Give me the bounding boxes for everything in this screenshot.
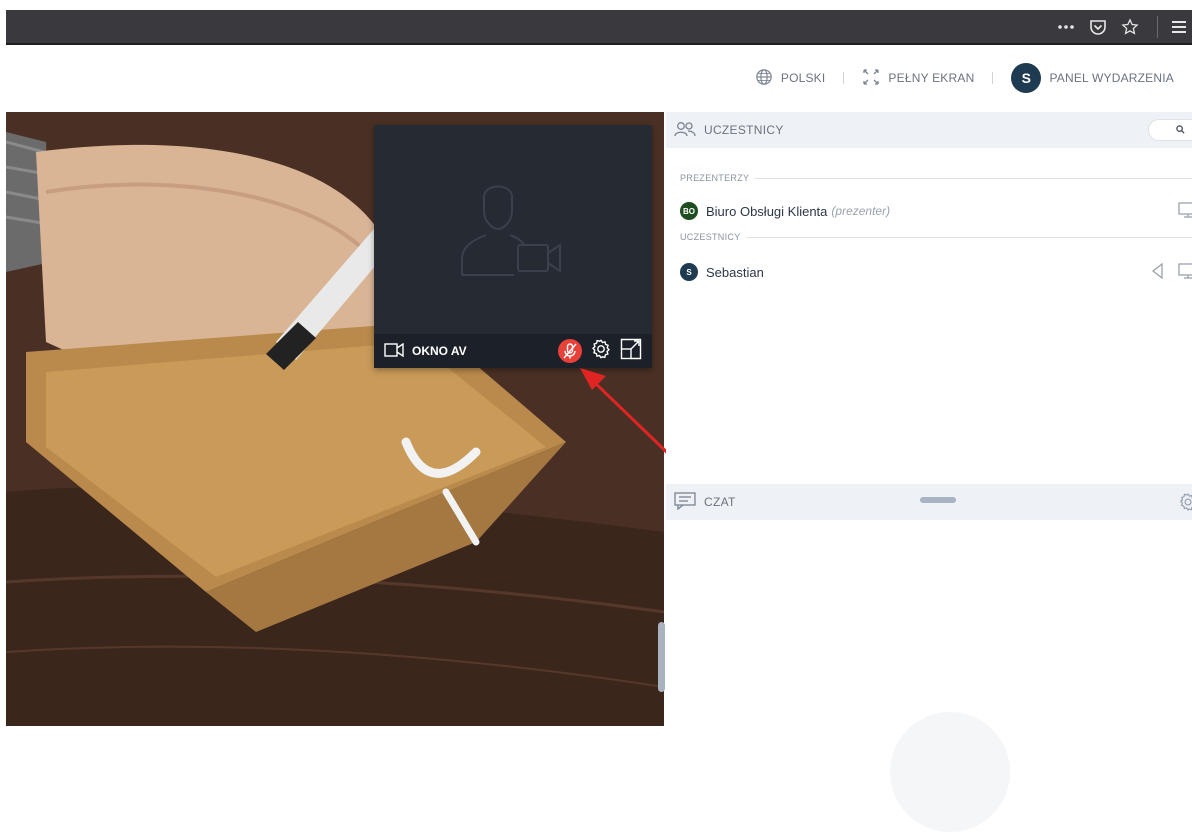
fullscreen-icon <box>862 68 880 89</box>
pocket-icon[interactable] <box>1089 18 1107 36</box>
screen-share-icon[interactable] <box>1178 201 1192 221</box>
browser-toolbar-icons <box>1057 10 1192 43</box>
panel-resize-handle[interactable] <box>920 497 956 503</box>
av-window-label: OKNO AV <box>412 344 467 358</box>
nav-divider <box>843 72 845 84</box>
event-top-navigation: POLSKI PEŁNY EKRAN S PANEL WYDARZENIA <box>755 60 1192 96</box>
participant-name: Biuro Obsługi Klienta <box>706 203 828 219</box>
browser-toolbar <box>0 0 1192 45</box>
chat-empty-state-decoration <box>890 712 1010 832</box>
participant-actions <box>1150 262 1192 282</box>
presenters-section-title: PREZENTERZY <box>680 173 750 183</box>
search-icon <box>1176 123 1185 137</box>
chat-panel-header[interactable]: CZAT <box>666 484 1192 520</box>
hamburger-icon[interactable] <box>1172 20 1186 34</box>
section-divider-line <box>755 177 1192 179</box>
participants-search-input[interactable] <box>1148 119 1192 141</box>
vertical-scrollbar-thumb[interactable] <box>658 622 665 692</box>
ellipsis-icon[interactable] <box>1057 24 1075 30</box>
attendees-section-title: UCZESTNICY <box>680 232 741 242</box>
participant-role: (prezenter) <box>831 204 891 218</box>
language-label: POLSKI <box>780 71 826 85</box>
chat-panel-title: CZAT <box>704 495 736 509</box>
language-switch[interactable]: POLSKI <box>755 68 826 89</box>
user-avatar: S <box>1011 63 1042 93</box>
participant-avatar: S <box>680 263 698 281</box>
av-window-title: OKNO AV <box>384 342 467 360</box>
participant-row[interactable]: S Sebastian <box>680 261 1192 283</box>
participant-avatar: BO <box>680 202 698 220</box>
attendees-section-label: UCZESTNICY <box>680 232 1192 242</box>
microphone-muted-icon <box>563 343 577 359</box>
section-divider-line <box>746 236 1192 238</box>
right-side-panel: UCZESTNICY PREZENTERZY BO Biuro Obsługi … <box>666 112 1192 726</box>
presenters-section-label: PREZENTERZY <box>680 173 1192 183</box>
event-panel-label: PANEL WYDARZENIA <box>1049 71 1174 85</box>
screen-share-icon[interactable] <box>1178 262 1192 282</box>
fullscreen-button[interactable]: PEŁNY EKRAN <box>862 68 974 89</box>
video-camera-icon <box>384 342 404 360</box>
participants-panel-header[interactable]: UCZESTNICY <box>666 112 1192 148</box>
participant-name: Sebastian <box>706 264 764 280</box>
event-panel-button[interactable]: S PANEL WYDARZENIA <box>1011 63 1174 93</box>
speaker-icon[interactable] <box>1150 262 1164 282</box>
participant-actions <box>1178 201 1192 221</box>
star-icon[interactable] <box>1121 17 1139 36</box>
chat-icon <box>674 491 696 513</box>
browser-toolbar-background <box>6 10 1192 45</box>
globe-icon <box>755 68 773 89</box>
chat-settings-gear-icon[interactable] <box>1178 492 1192 515</box>
fullscreen-label: PEŁNY EKRAN <box>888 71 975 85</box>
nav-divider <box>992 72 994 84</box>
participants-panel-title: UCZESTNICY <box>704 123 784 137</box>
av-window[interactable]: OKNO AV <box>374 125 652 368</box>
camera-off-placeholder-icon <box>454 175 564 290</box>
participant-row[interactable]: BO Biuro Obsługi Klienta (prezenter) <box>680 200 1192 222</box>
toolbar-separator <box>1157 15 1158 38</box>
participants-icon <box>674 121 696 140</box>
